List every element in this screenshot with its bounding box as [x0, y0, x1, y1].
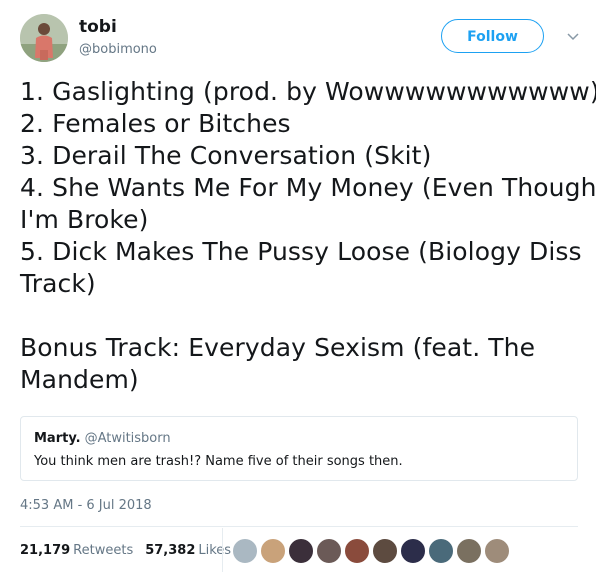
liker-avatar[interactable] [484, 538, 510, 564]
stats-divider [20, 526, 578, 527]
liker-avatar[interactable] [456, 538, 482, 564]
tweet-text: 1. Gaslighting (prod. by Wowwwwwwwwwww) … [20, 76, 596, 396]
quoted-author-name: Marty. [34, 431, 81, 446]
tweet-card: tobi @bobimono Follow 1. Gaslighting (pr… [0, 0, 596, 572]
liker-avatar[interactable] [400, 538, 426, 564]
liker-avatar[interactable] [232, 538, 258, 564]
tweet-line: Bonus Track: Everyday Sexism (feat. The [20, 333, 536, 362]
likes-label: Likes [198, 543, 232, 558]
quoted-tweet-text: You think men are trash!? Name five of t… [34, 454, 403, 469]
liker-avatar[interactable] [288, 538, 314, 564]
tweet-line: I'm Broke) [20, 205, 149, 234]
author-avatar[interactable] [20, 14, 68, 62]
tweet-line: 3. Derail The Conversation (Skit) [20, 141, 432, 170]
liker-avatar[interactable] [428, 538, 454, 564]
retweets-count: 21,179 [20, 543, 71, 558]
likes-stat[interactable]: 57,382 Likes [145, 543, 231, 558]
likes-count: 57,382 [145, 543, 196, 558]
quoted-tweet-header: Marty. @Atwitisborn [34, 431, 171, 447]
tweet-header: tobi @bobimono Follow [20, 14, 579, 64]
chevron-down-icon[interactable] [566, 30, 580, 44]
tweet-line: 4. She Wants Me For My Money (Even Thoug… [20, 173, 596, 202]
tweet-line: Track) [20, 269, 96, 298]
tweet-line: 1. Gaslighting (prod. by Wowwwwwwwwwww) [20, 77, 596, 106]
quoted-author-handle: @Atwitisborn [84, 431, 171, 446]
liker-avatar[interactable] [316, 538, 342, 564]
liker-avatar[interactable] [260, 538, 286, 564]
tweet-stats: 21,179 Retweets 57,382 Likes [20, 541, 231, 561]
retweets-stat[interactable]: 21,179 Retweets [20, 543, 133, 558]
liker-avatar[interactable] [344, 538, 370, 564]
avatar-photo [20, 14, 68, 62]
quoted-tweet[interactable]: Marty. @Atwitisborn You think men are tra… [20, 416, 578, 481]
follow-button[interactable]: Follow [441, 19, 544, 53]
author-names: tobi @bobimono [79, 16, 157, 60]
author-display-name[interactable]: tobi [79, 16, 157, 38]
stats-vertical-divider [222, 528, 223, 572]
tweet-line: Mandem) [20, 365, 139, 394]
author-handle[interactable]: @bobimono [79, 40, 157, 60]
tweet-timestamp[interactable]: 4:53 AM - 6 Jul 2018 [20, 497, 152, 515]
liker-avatar[interactable] [372, 538, 398, 564]
tweet-line: 5. Dick Makes The Pussy Loose (Biology D… [20, 237, 582, 266]
tweet-line: 2. Females or Bitches [20, 109, 291, 138]
retweets-label: Retweets [73, 543, 134, 558]
